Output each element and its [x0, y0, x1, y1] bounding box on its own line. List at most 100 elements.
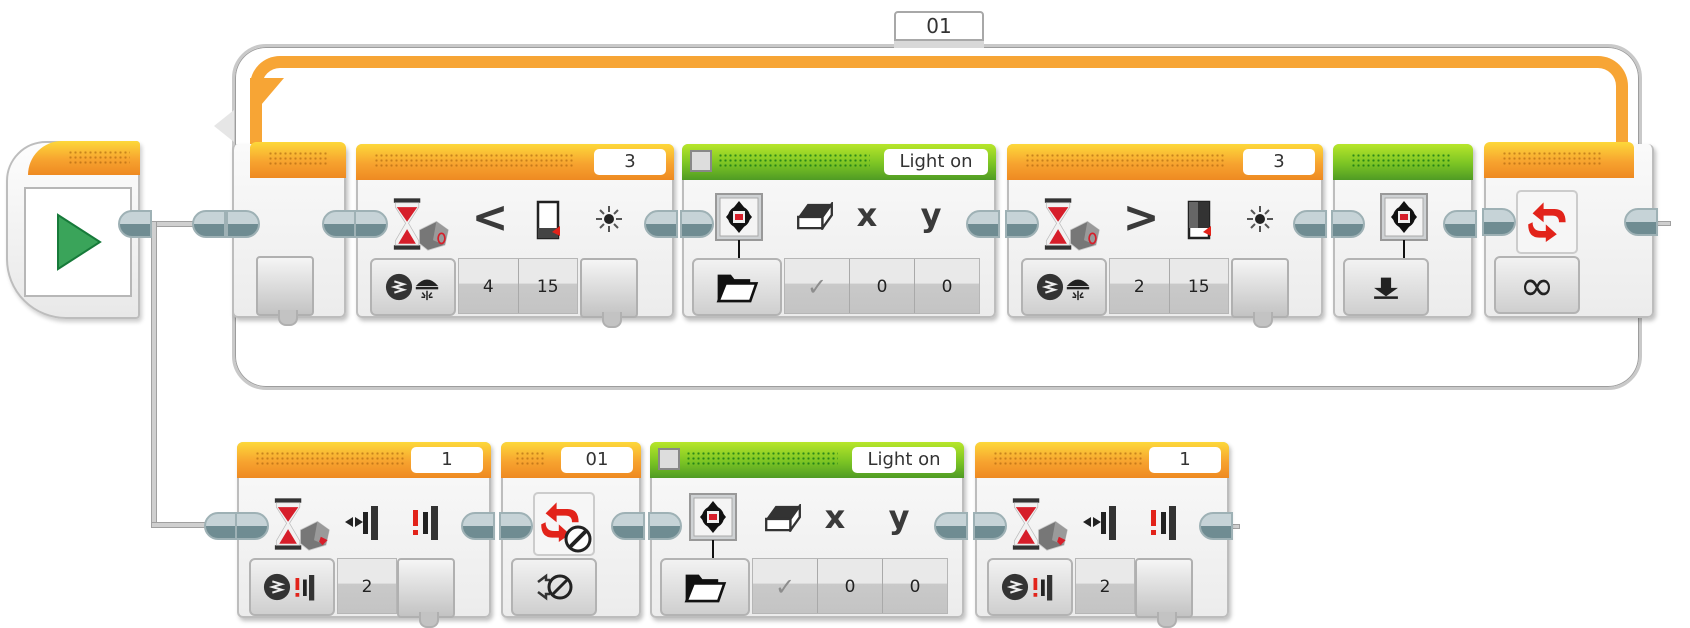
mode-selector[interactable] [692, 258, 782, 316]
loop-name-label[interactable]: 01 [894, 11, 984, 41]
display-in-connector[interactable] [680, 210, 714, 238]
compare-type-param[interactable]: 2 [1110, 259, 1170, 313]
parameter-strip: ✓ 0 0 [752, 558, 948, 614]
loop-start-in-connector[interactable] [226, 210, 260, 238]
loop-arrow-icon [214, 110, 234, 142]
file-name-label[interactable]: Light on [852, 447, 956, 473]
loop-icon-box [1516, 190, 1578, 254]
wait-in-connector[interactable] [235, 512, 269, 540]
x-param[interactable]: 0 [850, 259, 915, 313]
branch-connector[interactable] [204, 512, 238, 540]
interrupt-out-connector[interactable] [611, 512, 645, 540]
compare-symbol[interactable]: > [1121, 192, 1161, 243]
mode-selector[interactable] [1021, 258, 1107, 316]
reflected-low-icon [536, 200, 560, 240]
display-out-connector[interactable] [1443, 210, 1477, 238]
wait-in-connector[interactable] [1005, 210, 1039, 238]
wait-out-connector[interactable] [1199, 512, 1233, 540]
parameter-strip: 2 [1075, 558, 1135, 614]
state-param[interactable]: 2 [338, 559, 396, 613]
clear-screen-param[interactable]: ✓ [785, 259, 850, 313]
display-reset-header [1333, 144, 1473, 180]
wait-in-connector[interactable] [973, 512, 1007, 540]
loop-end-in-connector[interactable] [1482, 208, 1516, 236]
loop-icon [1526, 198, 1570, 242]
port-selector[interactable]: 3 [594, 149, 666, 175]
mode-selector[interactable] [511, 558, 597, 616]
y-param[interactable]: 0 [883, 559, 947, 613]
loop-name-selector[interactable]: 01 [561, 447, 633, 473]
port-selector[interactable]: 1 [411, 447, 483, 473]
compare-symbol[interactable]: < [470, 192, 510, 243]
display-out-connector[interactable] [966, 210, 1000, 238]
mode-selector[interactable] [370, 258, 456, 316]
output-plug[interactable] [397, 558, 455, 628]
output-plug[interactable] [1231, 258, 1289, 328]
loop-start-out-connector[interactable] [322, 210, 356, 238]
loop-mode-selector[interactable]: ∞ [1494, 256, 1580, 314]
eraser-icon [796, 202, 834, 230]
eraser-icon [764, 504, 802, 532]
interrupt-in-connector[interactable] [499, 512, 533, 540]
wait-block-4-header: 1 [975, 442, 1229, 478]
wait-in-connector[interactable] [354, 210, 388, 238]
parameter-strip: ✓ 0 0 [784, 258, 980, 314]
display-reset-block[interactable] [1331, 144, 1477, 318]
loop-end-block[interactable]: ∞ [1482, 142, 1658, 318]
y-icon: y [888, 498, 910, 536]
wait-block-2[interactable]: 3 > 2 15 [1005, 144, 1327, 328]
display-block-1-header: Light on [682, 144, 996, 180]
compare-type-param[interactable]: 4 [459, 259, 519, 313]
display-block-2-header: Light on [650, 442, 964, 478]
touch-sensor-icon [297, 518, 331, 552]
wait-out-connector[interactable] [644, 210, 678, 238]
mode-selector[interactable] [987, 558, 1073, 616]
sequence-wire-branch[interactable] [151, 221, 157, 528]
display-image-icon [714, 192, 764, 262]
port-selector[interactable]: 1 [1149, 447, 1221, 473]
loop-interrupt-block[interactable]: 01 [499, 442, 645, 618]
loop-start-header [250, 142, 346, 178]
start-button-area[interactable] [24, 187, 132, 297]
wait-block-4[interactable]: 1 2 [973, 442, 1233, 628]
clear-screen-param[interactable]: ✓ [753, 559, 818, 613]
pressed-icon [1145, 502, 1185, 542]
start-output-connector[interactable] [118, 210, 152, 238]
y-param[interactable]: 0 [915, 259, 979, 313]
loop-input-connector[interactable] [192, 210, 226, 238]
wait-block-1[interactable]: 3 < 4 15 [354, 144, 678, 328]
sequence-wire-branch-end[interactable] [151, 522, 211, 528]
touch-sensor-icon [1035, 518, 1069, 552]
compare-icon [385, 273, 413, 301]
display-block-2[interactable]: Light on x y ✓ 0 0 [648, 442, 968, 618]
state-param[interactable]: 2 [1076, 559, 1134, 613]
loop-interrupt-header: 01 [501, 442, 641, 478]
output-plug[interactable] [580, 258, 638, 328]
wait-out-connector[interactable] [461, 512, 495, 540]
parameter-strip: 2 [337, 558, 397, 614]
wait-block-3-header: 1 [237, 442, 491, 478]
bumped-icon [343, 502, 383, 542]
port-selector[interactable]: 3 [1243, 149, 1315, 175]
loop-start-output-plug[interactable] [256, 256, 314, 326]
brick-port-icon [658, 448, 680, 470]
display-icon [1379, 192, 1429, 262]
display-in-connector[interactable] [648, 512, 682, 540]
display-out-connector[interactable] [934, 512, 968, 540]
pressed-icon [407, 502, 447, 542]
display-block-1[interactable]: Light on x y ✓ 0 0 [680, 144, 1000, 318]
folder-icon [715, 271, 759, 303]
file-name-label[interactable]: Light on [884, 149, 988, 175]
threshold-param[interactable]: 15 [519, 259, 578, 313]
loop-output-connector[interactable] [1624, 208, 1658, 236]
wait-block-3[interactable]: 1 2 [235, 442, 495, 628]
mode-selector[interactable] [1343, 258, 1429, 316]
mode-selector[interactable] [249, 558, 335, 616]
threshold-param[interactable]: 15 [1170, 259, 1229, 313]
mode-selector[interactable] [660, 558, 750, 616]
output-plug[interactable] [1135, 558, 1193, 628]
x-icon: x [824, 498, 846, 536]
x-param[interactable]: 0 [818, 559, 883, 613]
display-in-connector[interactable] [1331, 210, 1365, 238]
wait-out-connector[interactable] [1293, 210, 1327, 238]
